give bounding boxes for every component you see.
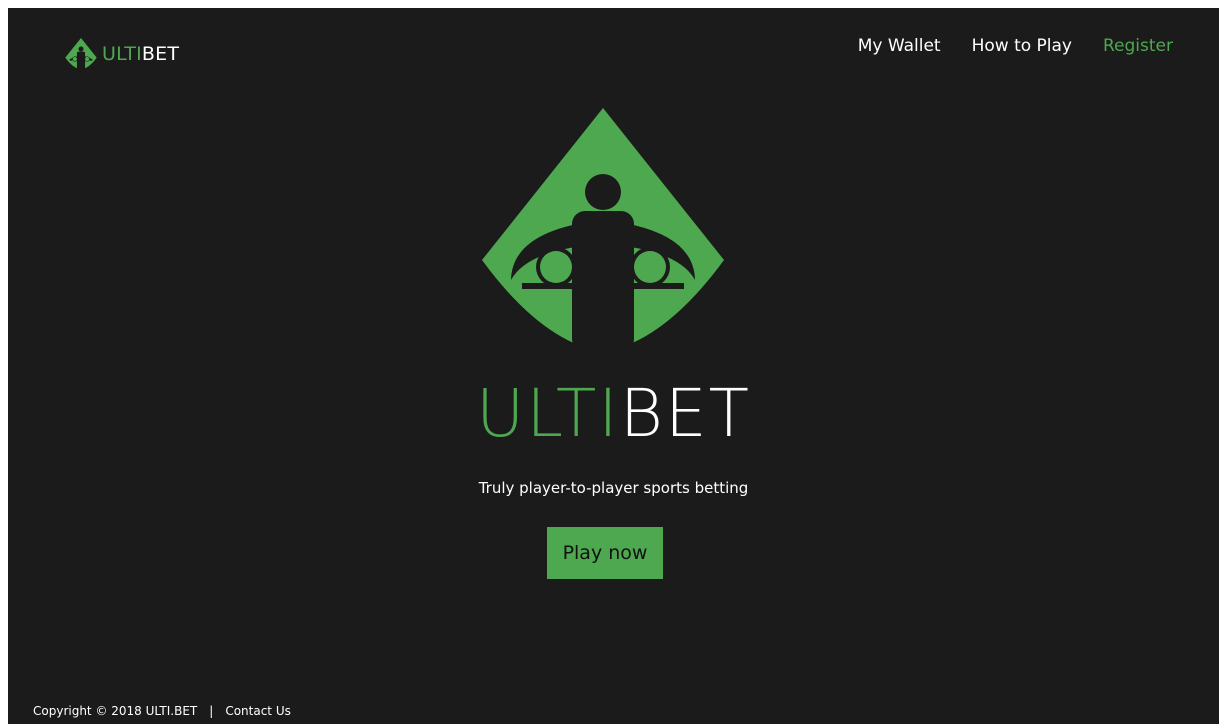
hero-title-white: BET bbox=[619, 375, 751, 452]
hero-title-green: ULTI bbox=[475, 375, 620, 452]
contact-us-link[interactable]: Contact Us bbox=[225, 704, 291, 718]
top-nav: My Wallet How to Play Register bbox=[827, 34, 1173, 58]
copyright-text: Copyright © 2018 ULTI.BET bbox=[33, 704, 198, 718]
footer-separator: | bbox=[209, 704, 214, 718]
nav-how-to-play[interactable]: How to Play bbox=[972, 34, 1072, 58]
page-frame: ULTIBET My Wallet How to Play Register U… bbox=[8, 8, 1219, 724]
nav-register[interactable]: Register bbox=[1103, 34, 1173, 58]
hero-title: ULTIBET bbox=[8, 374, 1219, 454]
hero-tagline: Truly player-to-player sports betting bbox=[478, 479, 749, 497]
brand-wordmark-green: ULTI bbox=[102, 42, 142, 65]
brand-wordmark: ULTIBET bbox=[102, 42, 180, 65]
footer: Copyright © 2018 ULTI.BET | Contact Us bbox=[33, 703, 291, 719]
three-players-diamond-icon bbox=[65, 38, 97, 70]
play-now-button[interactable]: Play now bbox=[547, 527, 663, 579]
brand-wordmark-white: BET bbox=[141, 42, 180, 65]
nav-my-wallet[interactable]: My Wallet bbox=[858, 34, 941, 58]
three-players-diamond-icon bbox=[482, 108, 724, 352]
brand-logo-link[interactable]: ULTIBET bbox=[62, 36, 179, 72]
